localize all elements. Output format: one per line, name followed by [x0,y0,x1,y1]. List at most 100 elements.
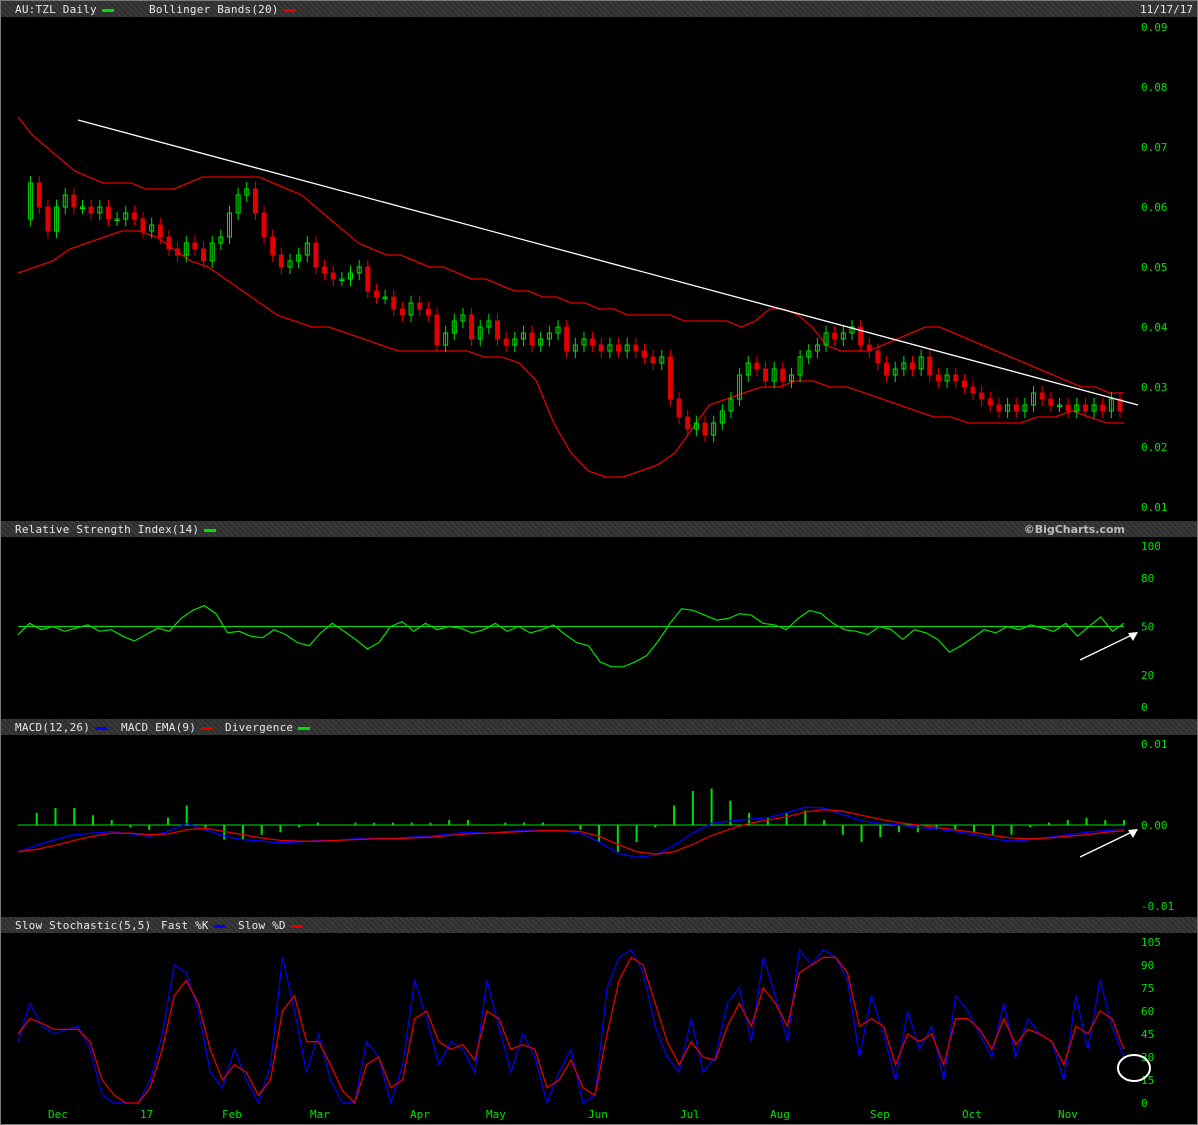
brand-watermark: ©BigCharts.com [1023,523,1125,536]
macd-line [17,806,1125,859]
rsi-line [17,604,1125,668]
divergence-swatch [298,726,311,730]
macd-chart: 0.01 0.00 -0.01 [17,738,1174,913]
candle-body [1039,392,1045,400]
rsi-y-tick-1: 80 [1141,572,1154,585]
fast-k-label: Fast %K [161,919,226,932]
candle-body [1048,398,1054,406]
rsi-y-tick-4: 0 [1141,701,1148,714]
candle-body [598,344,604,352]
candle-body [157,224,163,238]
candle-body [979,392,985,400]
fast-k-line [17,948,1125,1106]
rsi-swatch [204,528,217,532]
month-label: May [486,1108,506,1121]
stoch-y-tick-3: 60 [1141,1005,1154,1018]
price-y-tick-0: 0.09 [1141,21,1168,34]
stoch-y-tick-0: 105 [1141,936,1161,949]
rsi-chart: 100 80 50 20 0 [17,540,1161,714]
month-label: Apr [410,1108,430,1121]
candle-body [365,266,371,292]
candle-body [278,254,284,268]
price-panel-header: AU:TZL Daily Bollinger Bands(20) 11/17/1… [1,1,1197,17]
candle-body [330,272,336,280]
trend-line [77,119,1139,406]
candle-body [875,350,881,364]
candle-body [105,206,111,220]
candle-body [252,188,258,214]
candle-body [702,422,708,436]
band-swatch [283,8,296,12]
stoch-panel-header: Slow Stochastic(5,5) Fast %K Slow %D [1,917,1197,933]
macd-y-tick-2: -0.01 [1141,900,1174,913]
stoch-y-tick-4: 45 [1141,1028,1154,1041]
candle-body [832,332,838,340]
candle-body [88,206,94,214]
macd-y-tick-0: 0.01 [1141,738,1168,751]
candle-body [425,308,431,316]
candle-body [270,236,276,256]
macd-ema-label: MACD EMA(9) [121,721,214,734]
rsi-y-tick-2: 50 [1141,621,1154,634]
candle-body [633,344,639,352]
symbol-label: AU:TZL Daily [15,3,114,16]
price-y-tick-7: 0.02 [1141,441,1168,454]
candle-body [650,356,656,364]
candle-body [1082,404,1088,412]
price-y-tick-2: 0.07 [1141,141,1168,154]
slow-d-label: Slow %D [238,919,303,932]
candle-body [322,266,328,274]
stoch-y-tick-7: 0 [1141,1097,1148,1108]
candle-body [1065,404,1071,412]
candle-body [201,248,207,262]
rsi-y-tick-3: 20 [1141,669,1154,682]
candle-body [373,290,379,298]
slow-d-line [17,956,1125,1105]
month-label: Oct [962,1108,982,1121]
rsi-label: Relative Strength Index(14) [15,523,217,536]
candle-body [641,350,647,358]
divergence-label: Divergence [225,721,311,734]
stoch-label: Slow Stochastic(5,5) [15,919,152,932]
candle-body [970,386,976,394]
macd-swatch [95,726,108,730]
candle-body [45,206,51,232]
candle-body [529,332,535,346]
candle-body [391,296,397,310]
candle-body [754,362,760,370]
candle-body [313,242,319,268]
candle-body [417,302,423,310]
candle-body [564,326,570,352]
candle-body [175,248,181,256]
candle-body [866,344,872,352]
candle-body [71,194,77,208]
candle-body [927,356,933,376]
candle-body [140,218,146,232]
price-chart: 0.09 0.08 0.07 0.06 0.05 0.04 0.03 0.02 0.01 [17,21,1168,514]
candle-body [996,404,1002,412]
candle-body [884,362,890,376]
month-label: Mar [310,1108,330,1121]
candle-body [935,374,941,382]
candle-body [1013,404,1019,412]
candle-body [36,182,42,208]
candle-body [616,344,622,352]
candle-body [763,368,769,382]
candle-body [469,314,475,340]
month-label: Dec [48,1108,68,1121]
rsi-panel-header: Relative Strength Index(14) ©BigCharts.c… [1,521,1197,537]
price-y-tick-6: 0.03 [1141,381,1168,394]
price-y-tick-5: 0.04 [1141,321,1168,334]
candle-body [192,242,198,250]
candle-body [495,320,501,340]
candle-body [987,398,993,406]
month-label: Feb [222,1108,242,1121]
month-label: Aug [770,1108,790,1121]
fast-k-swatch [213,924,226,928]
chart-date: 11/17/17 [1140,3,1193,16]
macd-label: MACD(12,26) [15,721,108,734]
highlight-circle [1117,1054,1151,1082]
candle-body [131,212,137,220]
macd-y-tick-1: 0.00 [1141,819,1168,832]
month-label: Sep [870,1108,890,1121]
